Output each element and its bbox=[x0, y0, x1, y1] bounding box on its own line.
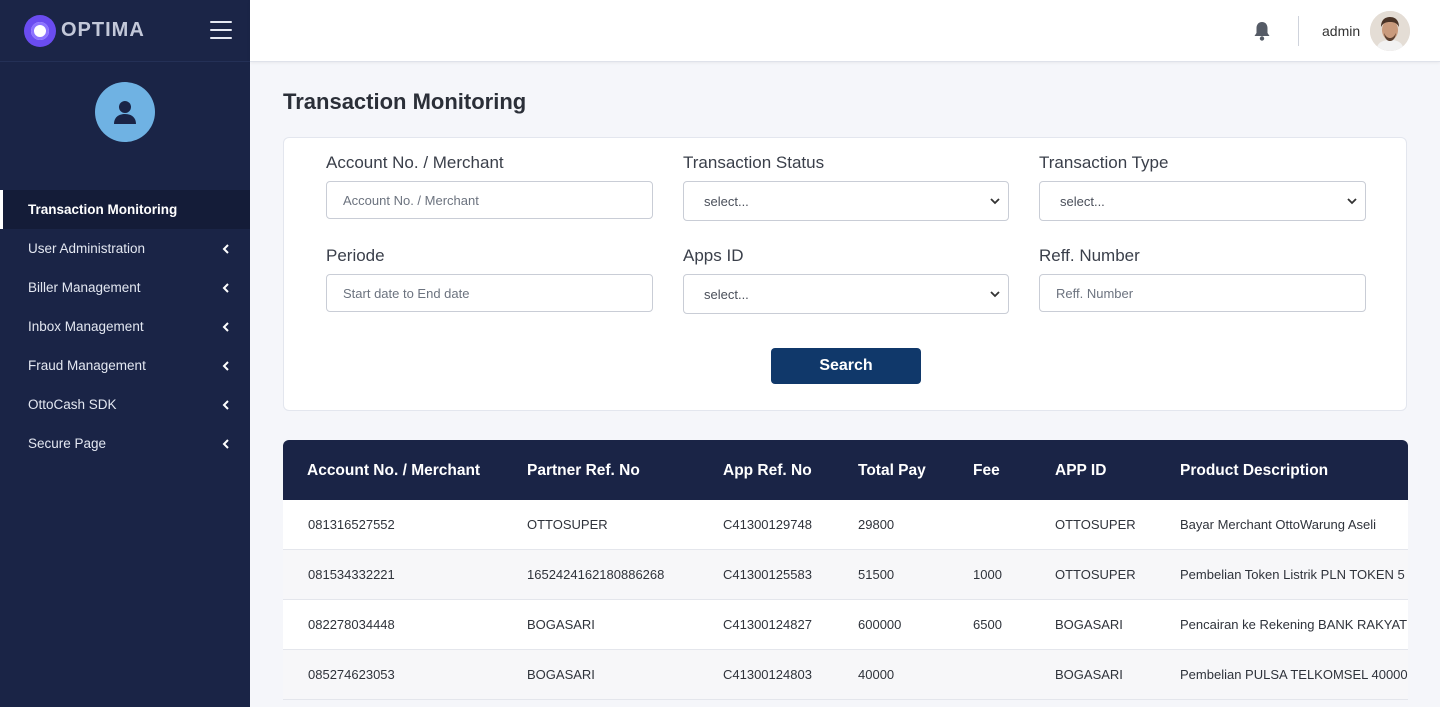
top-header: admin bbox=[250, 0, 1440, 62]
table-row[interactable]: 081316527552 OTTOSUPER C41300129748 2980… bbox=[283, 500, 1408, 550]
status-select[interactable]: select... bbox=[683, 181, 1009, 221]
table-cell: 1000 bbox=[973, 567, 1002, 582]
apps-id-label: Apps ID bbox=[683, 246, 744, 265]
chevron-left-icon bbox=[222, 243, 229, 254]
table-cell: OTTOSUPER bbox=[1055, 567, 1136, 582]
type-select[interactable]: select... bbox=[1039, 181, 1366, 221]
sidebar-item-label: Inbox Management bbox=[28, 319, 144, 334]
periode-placeholder: Start date to End date bbox=[343, 285, 470, 301]
user-photo-icon bbox=[1370, 11, 1410, 51]
apps-id-select[interactable]: select... bbox=[683, 274, 1009, 314]
sidebar-item-fraud-management[interactable]: Fraud Management bbox=[0, 346, 250, 385]
table-cell: C41300124803 bbox=[723, 667, 812, 682]
table-cell: 6500 bbox=[973, 617, 1002, 632]
chevron-down-icon bbox=[990, 197, 1000, 204]
user-avatar[interactable] bbox=[1370, 11, 1410, 51]
reff-label: Reff. Number bbox=[1039, 246, 1140, 265]
chevron-left-icon bbox=[222, 321, 229, 332]
optima-logo-icon bbox=[24, 14, 56, 47]
sidebar: OPTIMA Transaction Monitoring User Admin… bbox=[0, 0, 250, 707]
chevron-left-icon bbox=[222, 399, 229, 410]
column-header[interactable]: APP ID bbox=[1055, 462, 1106, 480]
sidebar-nav: Transaction Monitoring User Administrati… bbox=[0, 190, 250, 463]
sidebar-item-inbox-management[interactable]: Inbox Management bbox=[0, 307, 250, 346]
table-cell: BOGASARI bbox=[527, 667, 595, 682]
sidebar-item-label: Fraud Management bbox=[28, 358, 146, 373]
table-cell: 081534332221 bbox=[308, 567, 395, 582]
table-cell: OTTOSUPER bbox=[527, 517, 608, 532]
column-header[interactable]: App Ref. No bbox=[723, 462, 812, 480]
status-label: Transaction Status bbox=[683, 153, 825, 172]
brand-name: OPTIMA bbox=[61, 19, 145, 41]
user-icon bbox=[114, 101, 136, 124]
table-row[interactable]: 081534332221 1652424162180886268 C413001… bbox=[283, 550, 1408, 600]
table-cell: C41300125583 bbox=[723, 567, 812, 582]
account-input[interactable]: Account No. / Merchant bbox=[326, 181, 653, 219]
column-header[interactable]: Partner Ref. No bbox=[527, 462, 640, 480]
table-row[interactable]: 082278034448 BOGASARI C41300124827 60000… bbox=[283, 600, 1408, 650]
table-row[interactable]: 085274623053 BOGASARI C41300124803 40000… bbox=[283, 650, 1408, 700]
column-header[interactable]: Total Pay bbox=[858, 462, 926, 480]
table-cell: C41300124827 bbox=[723, 617, 812, 632]
table-cell: 29800 bbox=[858, 517, 895, 532]
filter-card: Account No. / Merchant Account No. / Mer… bbox=[283, 137, 1407, 411]
header-divider bbox=[1298, 16, 1299, 46]
sidebar-item-transaction-monitoring[interactable]: Transaction Monitoring bbox=[0, 190, 250, 229]
chevron-left-icon bbox=[222, 282, 229, 293]
reff-placeholder: Reff. Number bbox=[1056, 285, 1134, 301]
table-cell: 082278034448 bbox=[308, 617, 395, 632]
table-cell: Pembelian Token Listrik PLN TOKEN 5 bbox=[1180, 567, 1405, 582]
column-header[interactable]: Account No. / Merchant bbox=[307, 462, 480, 480]
type-label: Transaction Type bbox=[1039, 153, 1169, 172]
table-cell: Bayar Merchant OttoWarung Aseli bbox=[1180, 517, 1377, 532]
sidebar-item-secure-page[interactable]: Secure Page bbox=[0, 424, 250, 463]
column-header[interactable]: Fee bbox=[973, 462, 1000, 480]
table-cell: Pembelian PULSA TELKOMSEL 40000 bbox=[1180, 667, 1408, 682]
periode-label: Periode bbox=[326, 246, 385, 265]
table-cell: BOGASARI bbox=[1055, 667, 1123, 682]
bell-icon[interactable] bbox=[1253, 21, 1271, 41]
sidebar-item-label: Secure Page bbox=[28, 436, 107, 451]
username[interactable]: admin bbox=[1322, 23, 1360, 39]
transaction-table: Account No. / Merchant Partner Ref. No A… bbox=[283, 440, 1440, 707]
sidebar-item-biller-management[interactable]: Biller Management bbox=[0, 268, 250, 307]
account-label: Account No. / Merchant bbox=[326, 153, 504, 172]
sidebar-profile-avatar bbox=[95, 82, 155, 142]
page-title: Transaction Monitoring bbox=[283, 89, 527, 114]
account-placeholder: Account No. / Merchant bbox=[343, 192, 479, 208]
table-cell: 40000 bbox=[858, 667, 895, 682]
apps-id-select-value: select... bbox=[704, 286, 749, 302]
type-select-value: select... bbox=[1060, 193, 1105, 209]
chevron-left-icon bbox=[222, 438, 229, 449]
table-cell: 600000 bbox=[858, 617, 902, 632]
hamburger-menu-icon[interactable] bbox=[210, 21, 232, 39]
search-button[interactable]: Search bbox=[771, 348, 921, 384]
sidebar-item-label: User Administration bbox=[28, 241, 146, 256]
periode-input[interactable]: Start date to End date bbox=[326, 274, 653, 312]
sidebar-item-label: Biller Management bbox=[28, 280, 141, 295]
sidebar-item-label: OttoCash SDK bbox=[28, 397, 117, 412]
chevron-down-icon bbox=[990, 290, 1000, 297]
reff-input[interactable]: Reff. Number bbox=[1039, 274, 1366, 312]
sidebar-item-label: Transaction Monitoring bbox=[28, 202, 178, 217]
sidebar-item-ottocash-sdk[interactable]: OttoCash SDK bbox=[0, 385, 250, 424]
table-cell: Pencairan ke Rekening BANK RAKYAT bbox=[1180, 617, 1408, 632]
column-header[interactable]: Product Description bbox=[1180, 462, 1328, 480]
chevron-down-icon bbox=[1347, 197, 1357, 204]
table-cell: BOGASARI bbox=[527, 617, 595, 632]
chevron-left-icon bbox=[222, 360, 229, 371]
table-cell: C41300129748 bbox=[723, 517, 812, 532]
table-cell: 51500 bbox=[858, 567, 895, 582]
table-cell: 085274623053 bbox=[308, 667, 395, 682]
table-cell: OTTOSUPER bbox=[1055, 517, 1136, 532]
status-select-value: select... bbox=[704, 193, 749, 209]
table-cell: BOGASARI bbox=[1055, 617, 1123, 632]
table-cell: 1652424162180886268 bbox=[527, 567, 665, 582]
sidebar-item-user-administration[interactable]: User Administration bbox=[0, 229, 250, 268]
table-header: Account No. / Merchant Partner Ref. No A… bbox=[283, 440, 1408, 500]
table-cell: 081316527552 bbox=[308, 517, 395, 532]
